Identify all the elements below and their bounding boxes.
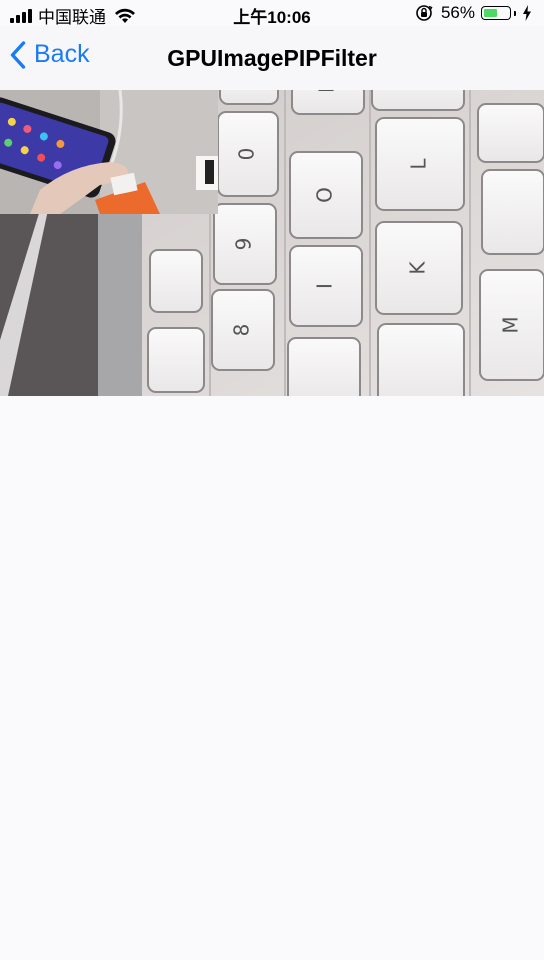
rotation-lock-icon (416, 5, 433, 21)
keyboard-key (377, 323, 465, 396)
keyboard-key (219, 90, 279, 105)
keyboard-key-label: I (313, 283, 337, 289)
keyboard-key-label: K (406, 261, 430, 275)
battery-level-fill (484, 9, 497, 17)
battery-cap (514, 10, 516, 16)
charging-bolt-icon (523, 5, 531, 21)
keyboard-key (147, 327, 205, 393)
keyboard-key (477, 103, 544, 163)
camera-preview: P 0 O L 9 I K 8 M (0, 90, 544, 396)
keyboard-key-label: M (499, 316, 523, 333)
content-area (0, 396, 544, 960)
keyboard-key-label: 9 (232, 238, 256, 251)
battery-percent: 56% (440, 3, 475, 22)
status-right: 56% (415, 3, 532, 23)
keyboard-key-label: L (407, 158, 431, 170)
page-title: GPUImagePIPFilter (167, 45, 377, 71)
pip-inset-image (0, 90, 218, 214)
battery-icon (481, 6, 511, 20)
navigation-bar: Back GPUImagePIPFilter (0, 26, 544, 91)
keyboard-key-label: 0 (235, 148, 259, 161)
keyboard-key (481, 169, 544, 255)
status-bar: 中国联通 上午10:06 56% (0, 0, 544, 27)
keyboard-key (371, 90, 465, 111)
keyboard-key-label: P (315, 90, 339, 93)
keyboard-key (287, 337, 361, 396)
keyboard-key (149, 249, 203, 313)
app-screen: 中国联通 上午10:06 56% Back GPUImagePIPFilter … (0, 0, 544, 960)
keyboard-key-label: O (313, 187, 337, 203)
keyboard-key-label: 8 (230, 324, 254, 337)
